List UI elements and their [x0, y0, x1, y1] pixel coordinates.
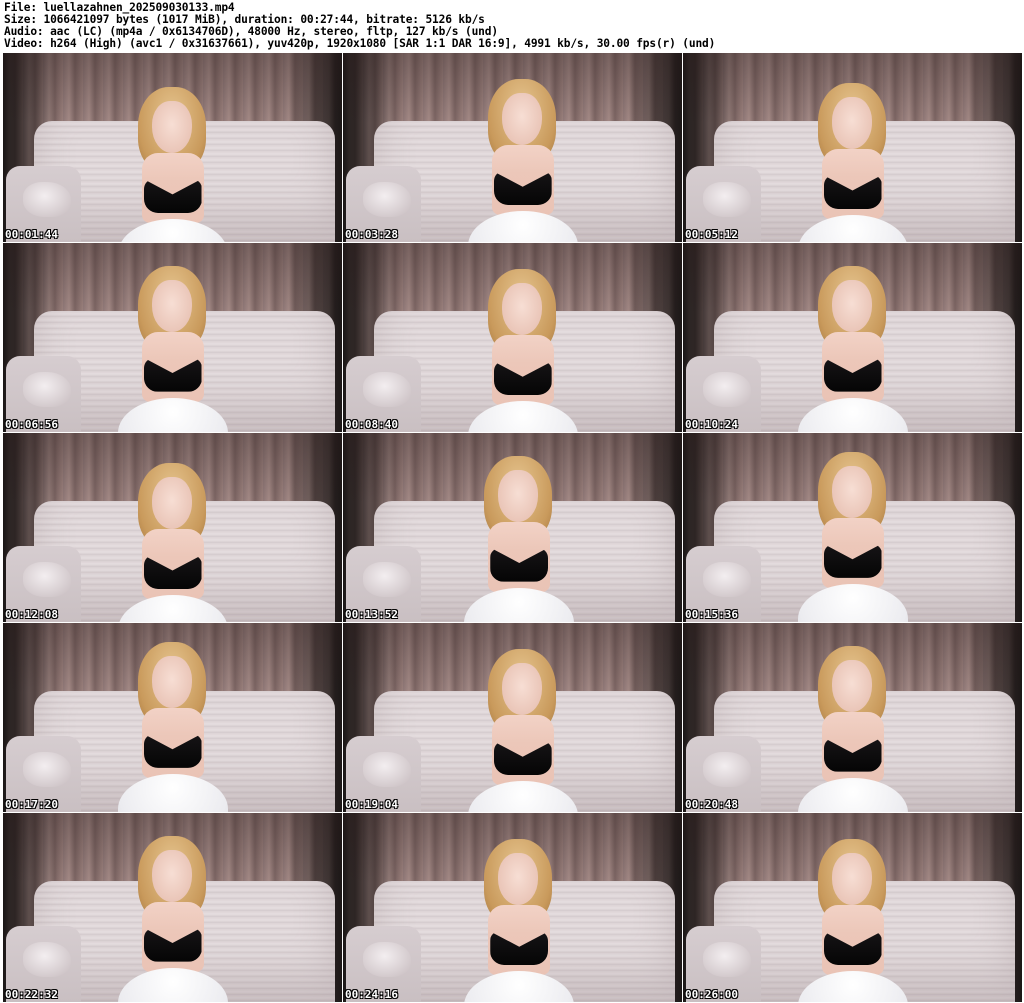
white-skirt	[797, 215, 908, 242]
face	[501, 93, 542, 146]
pillow	[703, 561, 751, 598]
white-skirt	[117, 595, 228, 622]
face	[151, 101, 192, 154]
white-skirt	[797, 583, 908, 622]
video-info-line: Video: h264 (High) (avc1 / 0x31637661), …	[4, 37, 716, 50]
file-info-header: File: luellazahnen_20250903013​3.mp4 Siz…	[0, 0, 1024, 52]
video-thumbnail: 00:03:28	[343, 53, 682, 242]
pillow	[23, 561, 71, 598]
white-skirt	[797, 971, 908, 1002]
pillow	[363, 181, 411, 218]
video-thumbnail: 00:26:00	[683, 813, 1022, 1002]
thumbnail-timestamp: 00:10:24	[685, 418, 738, 431]
video-thumbnail: 00:13:52	[343, 433, 682, 622]
white-skirt	[467, 781, 578, 812]
white-skirt	[117, 773, 228, 812]
white-skirt	[117, 219, 228, 242]
thumbnail-timestamp: 00:24:16	[345, 988, 398, 1001]
thumbnail-timestamp: 00:06:56	[5, 418, 58, 431]
video-thumbnail: 00:20:48	[683, 623, 1022, 812]
white-skirt	[464, 587, 575, 622]
thumbnail-timestamp: 00:20:48	[685, 798, 738, 811]
thumbnail-timestamp: 00:26:00	[685, 988, 738, 1001]
thumbnail-timestamp: 00:01:44	[5, 228, 58, 241]
pillow	[363, 941, 411, 978]
pillow	[363, 751, 411, 788]
person-figure	[797, 839, 908, 1002]
person-figure	[797, 645, 908, 812]
pillow	[23, 181, 71, 218]
white-skirt	[117, 397, 228, 432]
face	[831, 853, 872, 906]
white-skirt	[467, 401, 578, 432]
person-figure	[797, 83, 908, 242]
pillow	[703, 181, 751, 218]
video-thumbnail: 00:10:24	[683, 243, 1022, 432]
face	[151, 279, 192, 332]
person-figure	[797, 451, 908, 622]
video-thumbnail: 00:06:56	[3, 243, 342, 432]
white-skirt	[797, 397, 908, 432]
white-skirt	[464, 971, 575, 1002]
person-figure	[117, 463, 228, 622]
thumbnail-timestamp: 00:12:08	[5, 608, 58, 621]
person-figure	[467, 79, 578, 242]
thumbnail-timestamp: 00:15:36	[685, 608, 738, 621]
thumbnail-timestamp: 00:19:04	[345, 798, 398, 811]
pillow	[703, 941, 751, 978]
person-figure	[117, 835, 228, 1002]
video-thumbnail: 00:22:32	[3, 813, 342, 1002]
video-thumbnail: 00:19:04	[343, 623, 682, 812]
pillow	[363, 371, 411, 408]
person-figure	[117, 641, 228, 812]
thumbnail-timestamp: 00:05:12	[685, 228, 738, 241]
white-skirt	[117, 967, 228, 1002]
person-figure	[117, 265, 228, 432]
person-figure	[117, 87, 228, 242]
video-thumbnail: 00:05:12	[683, 53, 1022, 242]
thumbnail-timestamp: 00:22:32	[5, 988, 58, 1001]
face	[831, 465, 872, 518]
video-thumbnail: 00:17:20	[3, 623, 342, 812]
pillow	[23, 751, 71, 788]
person-figure	[464, 839, 575, 1002]
thumbnail-timestamp: 00:13:52	[345, 608, 398, 621]
face	[501, 283, 542, 336]
person-figure	[467, 649, 578, 812]
face	[831, 97, 872, 150]
face	[498, 853, 539, 906]
pillow	[23, 371, 71, 408]
face	[151, 655, 192, 708]
thumbnail-grid: 00:01:44 00:03:28 00:05:12 00:06:56 00:08:40…	[3, 53, 1022, 1003]
video-thumbnail: 00:01:44	[3, 53, 342, 242]
person-figure	[797, 265, 908, 432]
face	[151, 477, 192, 530]
white-skirt	[797, 777, 908, 812]
face	[498, 469, 539, 522]
face	[501, 663, 542, 716]
thumbnail-timestamp: 00:08:40	[345, 418, 398, 431]
thumbnail-timestamp: 00:03:28	[345, 228, 398, 241]
pillow	[363, 561, 411, 598]
pillow	[23, 941, 71, 978]
pillow	[703, 751, 751, 788]
person-figure	[467, 269, 578, 432]
video-thumbnail: 00:12:08	[3, 433, 342, 622]
face	[831, 659, 872, 712]
face	[151, 849, 192, 902]
video-thumbnail: 00:15:36	[683, 433, 1022, 622]
person-figure	[464, 455, 575, 622]
face	[831, 279, 872, 332]
thumbnail-timestamp: 00:17:20	[5, 798, 58, 811]
white-skirt	[467, 211, 578, 242]
pillow	[703, 371, 751, 408]
video-thumbnail: 00:08:40	[343, 243, 682, 432]
video-thumbnail: 00:24:16	[343, 813, 682, 1002]
